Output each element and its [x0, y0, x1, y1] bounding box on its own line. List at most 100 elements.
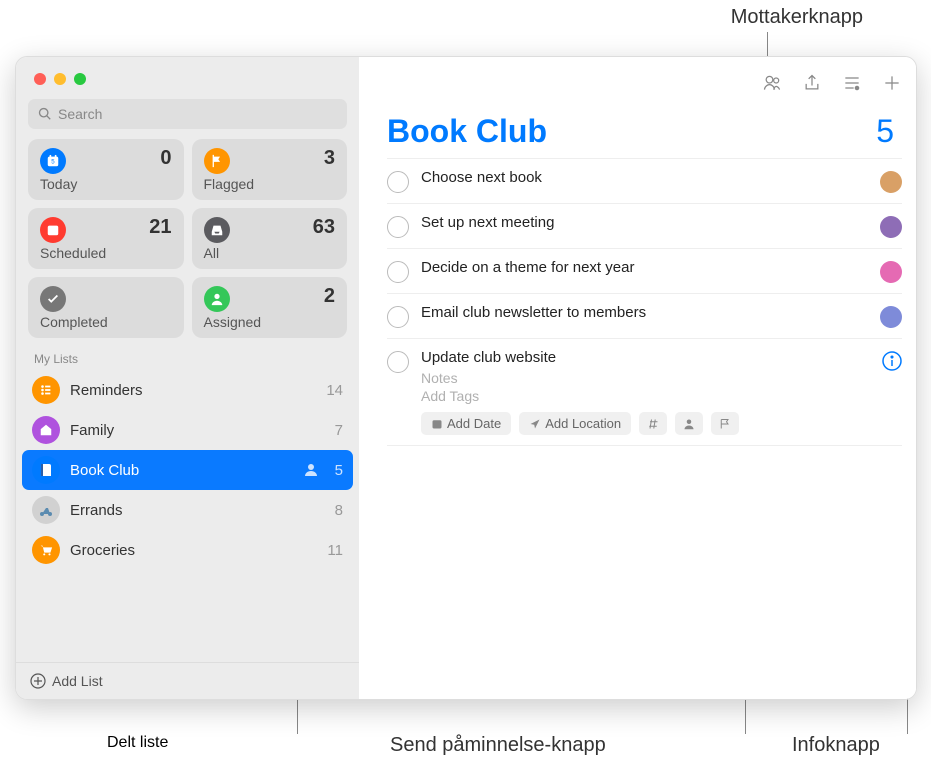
search-icon — [38, 107, 52, 121]
traffic-lights — [16, 57, 359, 85]
smart-assigned-count: 2 — [324, 285, 335, 308]
my-lists-header: My Lists — [16, 338, 359, 370]
smart-flagged-count: 3 — [324, 147, 335, 170]
complete-toggle[interactable] — [387, 306, 409, 328]
complete-toggle[interactable] — [387, 216, 409, 238]
calendar-icon — [40, 217, 66, 243]
reminder-title: Decide on a theme for next year — [421, 259, 868, 276]
collaborate-icon[interactable] — [762, 73, 782, 93]
search-placeholder: Search — [58, 106, 102, 122]
checkmark-icon — [40, 286, 66, 312]
close-button[interactable] — [34, 73, 46, 85]
sidebar-item-groceries[interactable]: Groceries 11 — [16, 530, 359, 570]
reminder-notes-placeholder[interactable]: Notes — [421, 370, 870, 386]
hash-icon — [647, 418, 659, 430]
sidebar-item-label: Family — [70, 422, 114, 439]
smart-scheduled[interactable]: 21 Scheduled — [28, 208, 184, 269]
search-input[interactable]: Search — [28, 99, 347, 129]
assignee-avatar[interactable] — [880, 261, 902, 283]
list-bullet-icon — [32, 376, 60, 404]
my-lists: Reminders 14 Family 7 Book Club 5 Errand… — [16, 370, 359, 570]
reminder-actions: Add Date Add Location — [421, 412, 870, 435]
smart-completed[interactable]: Completed — [28, 277, 184, 338]
callout-bottom-mid: Send påminnelse-knapp — [390, 734, 606, 757]
sidebar-item-count: 5 — [335, 462, 343, 479]
reminder-row[interactable]: Set up next meeting — [387, 204, 902, 249]
main-panel: Book Club 5 Choose next book Set up next… — [359, 57, 916, 699]
reminder-title: Choose next book — [421, 169, 868, 186]
assignee-avatar[interactable] — [880, 216, 902, 238]
reminder-row[interactable]: Update club website Notes Add Tags Add D… — [387, 339, 902, 446]
smart-assigned[interactable]: 2 Assigned — [192, 277, 348, 338]
smart-lists: 5 0 Today 3 Flagged 21 Scheduled 63 All — [16, 139, 359, 338]
toolbar — [359, 57, 916, 101]
smart-scheduled-label: Scheduled — [40, 245, 172, 261]
svg-text:5: 5 — [51, 159, 55, 166]
sidebar-item-count: 8 — [335, 502, 343, 519]
assign-button[interactable] — [675, 412, 703, 435]
smart-scheduled-count: 21 — [149, 216, 171, 239]
complete-toggle[interactable] — [387, 171, 409, 193]
book-icon — [32, 456, 60, 484]
calendar-icon — [431, 418, 443, 430]
minimize-button[interactable] — [54, 73, 66, 85]
zoom-button[interactable] — [74, 73, 86, 85]
plus-circle-icon — [30, 673, 46, 689]
tag-button[interactable] — [639, 412, 667, 435]
complete-toggle[interactable] — [387, 351, 409, 373]
callout-top-right: Mottakerknapp — [731, 6, 863, 29]
tray-icon — [204, 217, 230, 243]
cart-icon — [32, 536, 60, 564]
shared-icon — [303, 462, 319, 478]
info-button[interactable] — [882, 351, 902, 371]
smart-completed-label: Completed — [40, 314, 172, 330]
callout-bottom-right: Infoknapp — [792, 734, 880, 757]
add-list-label: Add List — [52, 673, 103, 689]
main-header: Book Club 5 — [359, 101, 916, 158]
flag-button[interactable] — [711, 412, 739, 435]
assignee-avatar[interactable] — [880, 306, 902, 328]
smart-flagged[interactable]: 3 Flagged — [192, 139, 348, 200]
assignee-avatar[interactable] — [880, 171, 902, 193]
smart-flagged-label: Flagged — [204, 176, 336, 192]
smart-all-count: 63 — [313, 216, 335, 239]
reminder-title: Email club newsletter to members — [421, 304, 868, 321]
smart-today-count: 0 — [160, 147, 171, 170]
sidebar: Search 5 0 Today 3 Flagged 21 Scheduled … — [16, 57, 359, 699]
reminder-row[interactable]: Decide on a theme for next year — [387, 249, 902, 294]
sidebar-item-reminders[interactable]: Reminders 14 — [16, 370, 359, 410]
sidebar-item-count: 7 — [335, 422, 343, 439]
add-date-button[interactable]: Add Date — [421, 412, 511, 435]
sidebar-item-label: Reminders — [70, 382, 143, 399]
add-location-button[interactable]: Add Location — [519, 412, 631, 435]
sidebar-item-label: Groceries — [70, 542, 135, 559]
sidebar-item-bookclub[interactable]: Book Club 5 — [22, 450, 353, 490]
sidebar-item-count: 11 — [327, 542, 343, 559]
smart-today[interactable]: 5 0 Today — [28, 139, 184, 200]
person-icon — [683, 418, 695, 430]
reminder-row[interactable]: Choose next book — [387, 158, 902, 204]
house-icon — [32, 416, 60, 444]
complete-toggle[interactable] — [387, 261, 409, 283]
share-icon[interactable] — [802, 73, 822, 93]
reminder-title: Update club website — [421, 349, 870, 366]
sidebar-item-count: 14 — [326, 382, 343, 399]
add-list-button[interactable]: Add List — [16, 662, 359, 699]
app-window: Search 5 0 Today 3 Flagged 21 Scheduled … — [15, 56, 917, 700]
list-title: Book Club — [387, 113, 547, 150]
reminder-add-tags[interactable]: Add Tags — [421, 388, 870, 404]
sidebar-item-family[interactable]: Family 7 — [16, 410, 359, 450]
smart-all-label: All — [204, 245, 336, 261]
add-reminder-icon[interactable] — [882, 73, 902, 93]
sidebar-item-errands[interactable]: Errands 8 — [16, 490, 359, 530]
calendar-icon: 5 — [40, 148, 66, 174]
scooter-icon — [32, 496, 60, 524]
reminders-list: Choose next book Set up next meeting Dec… — [359, 158, 916, 446]
smart-all[interactable]: 63 All — [192, 208, 348, 269]
sidebar-item-label: Book Club — [70, 462, 139, 479]
view-options-icon[interactable] — [842, 73, 862, 93]
person-icon — [204, 286, 230, 312]
sidebar-item-label: Errands — [70, 502, 123, 519]
reminder-row[interactable]: Email club newsletter to members — [387, 294, 902, 339]
location-icon — [529, 418, 541, 430]
